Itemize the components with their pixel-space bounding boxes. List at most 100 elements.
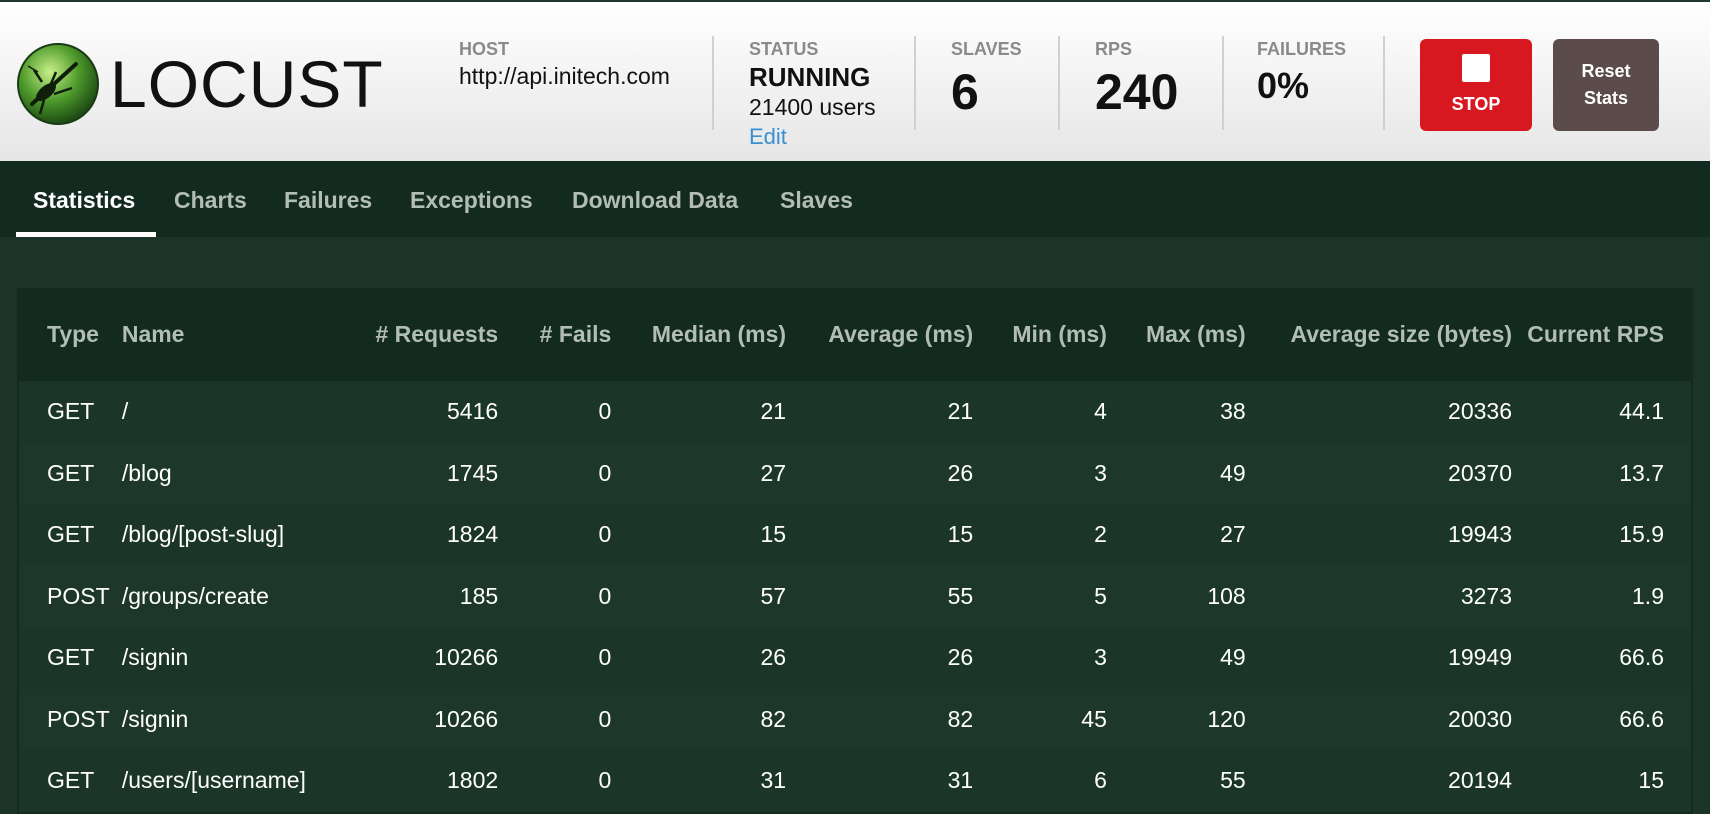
table-cell: 20370 — [1245, 442, 1513, 504]
status-stat: STATUS RUNNING 21400 users Edit — [749, 38, 876, 152]
edit-link[interactable]: Edit — [749, 122, 876, 152]
table-cell: 0 — [498, 688, 612, 750]
column-header[interactable]: Name — [121, 288, 349, 381]
table-cell: 5416 — [348, 381, 499, 443]
column-header[interactable]: Median (ms) — [611, 288, 787, 381]
request-name-cell: /users/[username] — [121, 750, 349, 812]
divider — [1383, 36, 1385, 130]
rps-value: 240 — [1095, 64, 1179, 120]
host-value: http://api.initech.com — [459, 63, 670, 89]
table-row: GET/5416 0 21 21 4 38 20336 44.1 — [19, 381, 1691, 443]
table-cell: 1802 — [348, 750, 499, 812]
table-cell: 10266 — [348, 627, 499, 689]
column-header[interactable]: Max (ms) — [1106, 288, 1246, 381]
tab-bar: Statistics Charts Failures Exceptions Do… — [0, 161, 1710, 237]
status-value: RUNNING — [749, 62, 871, 92]
table-cell: 3 — [973, 627, 1107, 689]
tab-failures[interactable]: Failures — [284, 161, 372, 237]
table-cell: 20030 — [1245, 688, 1513, 750]
tab-exceptions[interactable]: Exceptions — [410, 161, 533, 237]
column-header[interactable]: Average (ms) — [786, 288, 974, 381]
request-type-cell: GET — [19, 750, 122, 812]
divider — [712, 36, 714, 130]
failures-value: 0% — [1257, 65, 1310, 106]
request-type-cell: GET — [19, 504, 122, 566]
stop-icon — [1462, 54, 1490, 82]
table-cell: 26 — [611, 627, 787, 689]
tab-charts[interactable]: Charts — [174, 161, 247, 237]
column-header[interactable]: Min (ms) — [973, 288, 1107, 381]
table-cell: 3 — [973, 442, 1107, 504]
statistics-table-container: Type Name # Requests # Fails Median (ms)… — [17, 288, 1693, 814]
table-cell: 66.6 — [1512, 627, 1691, 689]
table-cell: 26 — [786, 627, 974, 689]
host-label: HOST — [459, 39, 510, 59]
stop-button[interactable]: STOP — [1420, 39, 1532, 131]
table-cell: 27 — [1106, 504, 1246, 566]
slaves-stat: SLAVES 6 — [951, 38, 1022, 122]
column-header[interactable]: Type — [19, 288, 122, 381]
status-label: STATUS — [749, 39, 819, 59]
table-row: GET/blog 1745 0 27 26 3 49 20370 13.7 — [19, 442, 1691, 504]
column-header[interactable]: # Requests — [348, 288, 499, 381]
table-cell: 1745 — [348, 442, 499, 504]
locust-logo-icon — [17, 43, 99, 125]
table-cell: 2 — [973, 504, 1107, 566]
table-cell: 1.9 — [1512, 565, 1691, 627]
table-cell: 0 — [498, 627, 612, 689]
table-cell: 15 — [786, 504, 974, 566]
request-name-cell: /signin — [121, 688, 349, 750]
table-cell: 19943 — [1245, 504, 1513, 566]
statistics-table: Type Name # Requests # Fails Median (ms)… — [19, 288, 1691, 812]
column-header[interactable]: Current RPS — [1512, 288, 1691, 381]
table-row: POST/groups/create 185 0 57 55 5 108 3273 1.9 — [19, 565, 1691, 627]
table-row: POST/signin 10266 0 82 82 45 120 20030 66.6 — [19, 688, 1691, 750]
request-name-cell: /groups/create — [121, 565, 349, 627]
table-cell: 55 — [1106, 750, 1246, 812]
table-cell: 20336 — [1245, 381, 1513, 443]
table-cell: 38 — [1106, 381, 1246, 443]
divider — [914, 36, 916, 130]
column-header[interactable]: # Fails — [498, 288, 612, 381]
table-cell: 10266 — [348, 688, 499, 750]
table-cell: 57 — [611, 565, 787, 627]
logo-text: LOCUST — [110, 47, 384, 121]
table-row: GET/blog/[post-slug] 1824 0 15 15 2 27 19943 15.… — [19, 504, 1691, 566]
table-cell: 0 — [498, 504, 612, 566]
failures-label: FAILURES — [1257, 39, 1347, 59]
request-name-cell: /blog — [121, 442, 349, 504]
column-header[interactable]: Average size (bytes) — [1245, 288, 1513, 381]
table-cell: 185 — [348, 565, 499, 627]
tab-download-data[interactable]: Download Data — [572, 161, 738, 237]
table-cell: 6 — [973, 750, 1107, 812]
table-cell: 21 — [611, 381, 787, 443]
host-stat: HOST http://api.initech.com — [459, 38, 670, 91]
table-cell: 0 — [498, 565, 612, 627]
table-cell: 0 — [498, 442, 612, 504]
table-cell: 31 — [611, 750, 787, 812]
table-cell: 15 — [611, 504, 787, 566]
table-cell: 0 — [498, 750, 612, 812]
tab-slaves[interactable]: Slaves — [780, 161, 853, 237]
table-cell: 19949 — [1245, 627, 1513, 689]
table-cell: 31 — [786, 750, 974, 812]
request-name-cell: / — [121, 381, 349, 443]
user-count: 21400 users — [749, 94, 876, 120]
table-row: GET/signin 10266 0 26 26 3 49 19949 66.6 — [19, 627, 1691, 689]
request-type-cell: GET — [19, 442, 122, 504]
table-cell: 44.1 — [1512, 381, 1691, 443]
header-bar: LOCUST HOST http://api.initech.com STATU… — [0, 0, 1710, 161]
divider — [1222, 36, 1224, 130]
table-cell: 3273 — [1245, 565, 1513, 627]
request-type-cell: POST — [19, 688, 122, 750]
request-name-cell: /blog/[post-slug] — [121, 504, 349, 566]
reset-stats-button[interactable]: Reset Stats — [1553, 39, 1659, 131]
table-cell: 45 — [973, 688, 1107, 750]
table-cell: 82 — [611, 688, 787, 750]
table-row: GET/users/[username] 1802 0 31 31 6 55 20194 15 — [19, 750, 1691, 812]
tab-statistics[interactable]: Statistics — [16, 161, 156, 237]
request-type-cell: GET — [19, 381, 122, 443]
request-type-cell: GET — [19, 627, 122, 689]
table-cell: 15.9 — [1512, 504, 1691, 566]
slaves-value: 6 — [951, 64, 979, 120]
